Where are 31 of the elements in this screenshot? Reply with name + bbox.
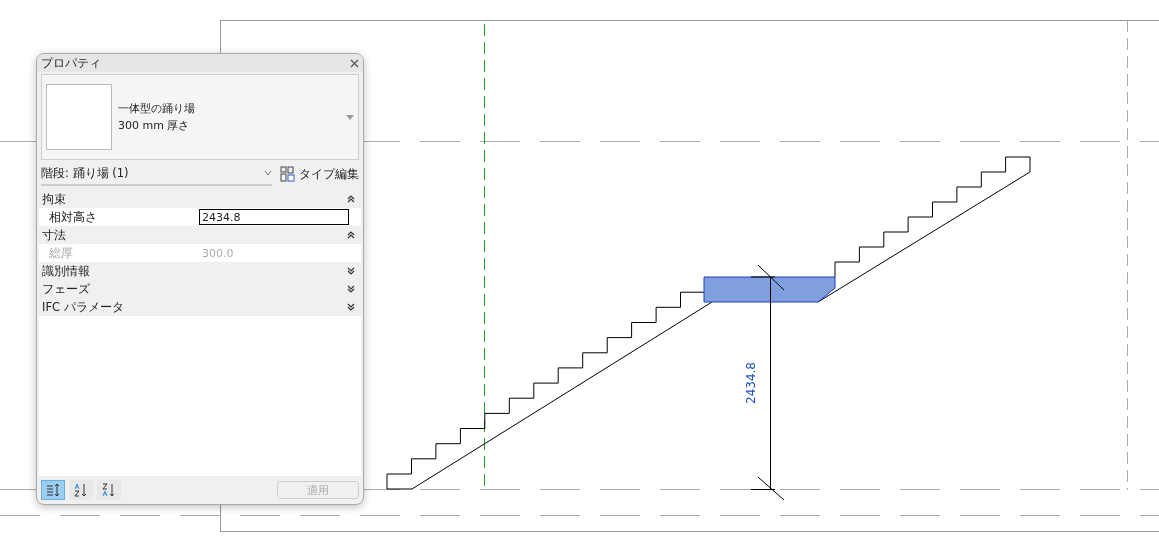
close-icon[interactable] (350, 58, 359, 68)
expand-icon[interactable] (347, 303, 355, 311)
panel-title: プロパティ (41, 54, 101, 72)
caret-icon[interactable] (346, 114, 354, 120)
expand-icon[interactable] (347, 267, 355, 275)
sort-descending-icon (102, 483, 116, 497)
category-sort-icon (46, 483, 60, 497)
collapse-icon[interactable] (347, 231, 355, 239)
edit-type-button[interactable]: タイプ編集 (299, 166, 359, 182)
type-name: 一体型の踊り場 (118, 101, 196, 116)
type-selector[interactable]: 一体型の踊り場 300 mm 厚さ (41, 74, 359, 160)
sort-ascending-icon (74, 483, 88, 497)
property-name: 相対高さ (48, 209, 98, 225)
dimension-text[interactable]: 2434.8 (744, 362, 758, 404)
property-group[interactable]: 識別情報 (39, 262, 361, 280)
property-group[interactable]: フェーズ (39, 280, 361, 298)
edit-type-icon (280, 166, 295, 182)
expand-icon[interactable] (347, 285, 355, 293)
landing[interactable] (703, 276, 836, 303)
property-group[interactable]: 拘束 (39, 190, 361, 208)
property-group[interactable]: 寸法 (39, 226, 361, 244)
type-preview (46, 84, 112, 150)
property-value-field[interactable]: 2434.8 (199, 209, 349, 225)
caret-icon[interactable] (264, 170, 272, 176)
property-name: 総厚 (48, 245, 74, 261)
instance-filter[interactable]: 階段: 踊り場 (1) (41, 162, 272, 186)
sort-descending-button[interactable] (97, 480, 121, 500)
type-detail: 300 mm 厚さ (118, 118, 191, 133)
property-group[interactable]: IFC パラメータ (39, 298, 361, 316)
collapse-icon[interactable] (347, 195, 355, 203)
sort-ascending-button[interactable] (69, 480, 93, 500)
